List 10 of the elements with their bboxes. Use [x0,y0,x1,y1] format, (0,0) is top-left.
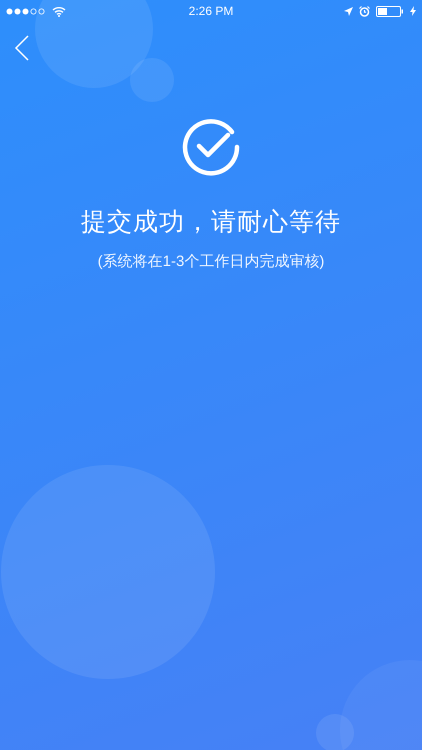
review-note: (系统将在1-3个工作日内完成审核) [98,252,324,272]
status-time: 2:26 PM [188,4,234,18]
check-circle-icon [180,116,242,178]
success-title: 提交成功，请耐心等待 [81,207,341,238]
signal-icon [6,8,46,14]
location-icon [344,6,353,16]
wifi-icon [52,6,66,16]
alarm-icon [358,6,370,16]
battery-icon [376,6,404,16]
charging-icon [410,6,416,16]
